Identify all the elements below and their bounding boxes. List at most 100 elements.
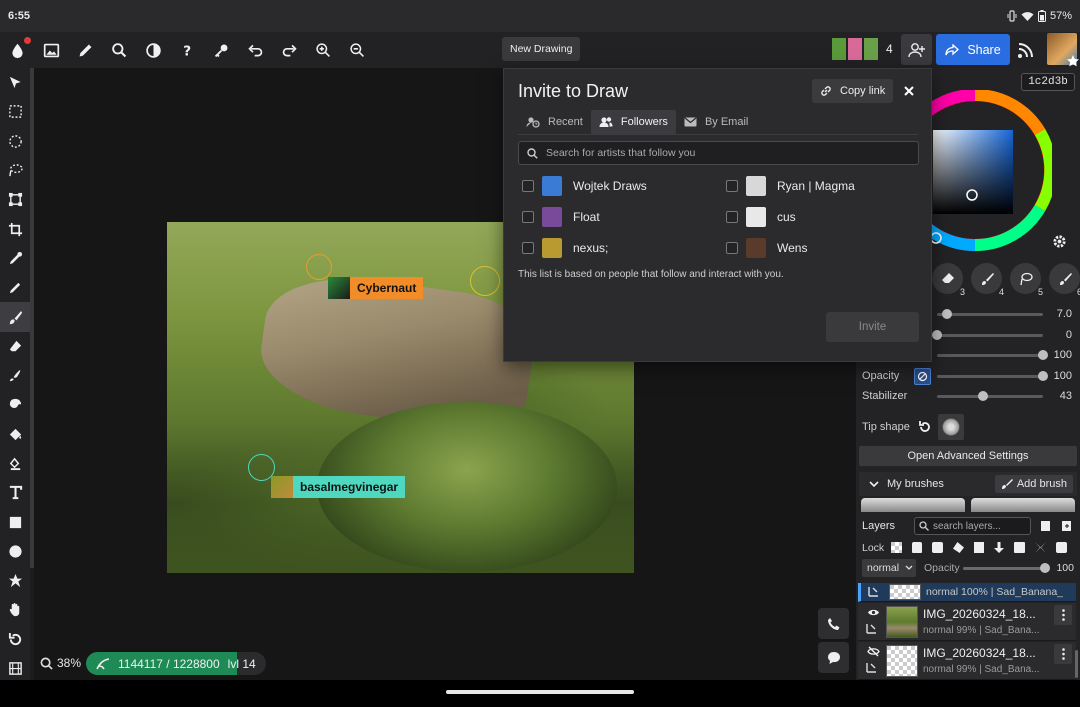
brush-preset[interactable]: 5 [1010,263,1043,297]
settings-layer-icon[interactable] [1056,542,1067,553]
layer-opacity-slider[interactable] [963,563,1050,573]
eyedropper-tool[interactable] [0,244,30,273]
fill-tool[interactable] [0,420,30,449]
hand-tool[interactable] [0,595,30,624]
pencil-button[interactable] [68,33,102,67]
slider-knob[interactable] [1038,371,1048,381]
follower-checkbox[interactable] [522,180,534,192]
lock-icon[interactable] [912,542,922,553]
polygon-tool[interactable] [0,566,30,595]
filmstrip-tool[interactable] [0,654,30,683]
undo-button[interactable] [238,33,272,67]
export-icon[interactable] [932,542,943,553]
ellipse-select-tool[interactable] [0,127,30,156]
key-button[interactable] [204,33,238,67]
slider-knob[interactable] [941,309,952,319]
tab-by-email[interactable]: By Email [676,110,756,134]
new-drawing-button[interactable]: New Drawing [502,37,581,61]
copy-icon[interactable] [1014,542,1025,553]
invite-user-button[interactable] [901,34,932,65]
share-button[interactable]: Share [936,34,1010,65]
transform-tool[interactable] [0,185,30,214]
slider-track[interactable] [937,312,1043,316]
slider-knob[interactable] [932,330,942,340]
image-button[interactable] [34,33,68,67]
my-brushes-header[interactable]: My brushes Add brush [859,472,1077,496]
ellipse-tool[interactable] [0,537,30,566]
follower-item[interactable]: cus [726,206,796,228]
brush-tool[interactable] [0,302,30,332]
follower-item[interactable]: Wens [726,237,807,259]
rotate-tool[interactable] [0,625,30,654]
user-avatar[interactable] [1047,33,1079,67]
pencil-tool[interactable] [0,273,30,302]
follower-checkbox[interactable] [522,211,534,223]
layer-menu-button[interactable] [1054,644,1072,664]
trash-icon[interactable] [974,542,984,553]
eraser-tool[interactable] [0,332,30,361]
adjust-button[interactable] [136,33,170,67]
color-wheel[interactable] [918,90,1052,257]
slider-track[interactable] [937,394,1043,398]
move-tool[interactable] [0,68,30,97]
blend-mode-select[interactable]: normal [862,559,916,577]
slider-track[interactable] [937,353,1043,357]
brush-preset[interactable]: 6 [1049,263,1080,297]
zoom-indicator[interactable]: 38% [40,656,81,670]
eye-icon[interactable] [867,608,880,617]
layer-item[interactable]: normal 100% | Sad_Banana_ [858,583,1076,602]
merge-down-icon[interactable] [994,542,1004,553]
layer-menu-button[interactable] [1054,605,1072,625]
eye-off-icon[interactable] [867,646,880,657]
app-menu-button[interactable] [0,33,34,67]
text-tool[interactable] [0,478,30,507]
invite-button[interactable]: Invite [826,312,919,342]
layers-search-input[interactable]: search layers... [914,517,1031,535]
gear-icon[interactable] [1052,234,1067,249]
slider-knob[interactable] [1038,350,1048,360]
tab-recent[interactable]: Recent [518,110,591,134]
follower-search-input[interactable]: Search for artists that follow you [518,141,919,165]
rss-icon[interactable] [1016,40,1036,60]
help-button[interactable]: ? [170,33,204,67]
follower-item[interactable]: Ryan | Magma [726,175,855,197]
follower-checkbox[interactable] [522,242,534,254]
brush-library-strip[interactable] [861,498,1075,512]
layers-scrollbar[interactable] [1075,650,1078,678]
shape-tool[interactable] [0,449,30,478]
zoom-out-button[interactable] [340,33,374,67]
slider-knob[interactable] [977,391,988,401]
add-brush-button[interactable]: Add brush [994,475,1073,493]
advanced-settings-button[interactable]: Open Advanced Settings [859,446,1077,466]
slider-track[interactable] [937,374,1043,378]
zoom-in-button[interactable] [306,33,340,67]
copy-link-button[interactable]: Copy link [812,79,894,103]
rect-select-tool[interactable] [0,97,30,126]
search-button[interactable] [102,33,136,67]
crop-tool[interactable] [0,214,30,243]
xp-progress-bar[interactable]: 1144117 / 1228800 lvl 14 [86,652,266,675]
tab-followers[interactable]: Followers [590,110,676,134]
follower-checkbox[interactable] [726,180,738,192]
redo-button[interactable] [272,33,306,67]
rectangle-tool[interactable] [0,507,30,536]
blur-tool[interactable] [0,390,30,419]
follower-item[interactable]: nexus; [522,237,608,259]
flip-icon[interactable] [1035,542,1046,553]
reset-icon[interactable] [918,420,932,434]
follower-checkbox[interactable] [726,242,738,254]
collaborators-stack[interactable]: 4 [832,38,893,60]
layer-item[interactable]: IMG_20260324_18... normal 99% | Sad_Bana… [858,603,1076,641]
close-button[interactable] [897,79,921,103]
pressure-toggle[interactable] [914,368,931,385]
color-hex-field[interactable]: 1c2d3b [1021,73,1075,91]
follower-item[interactable]: Wojtek Draws [522,175,647,197]
new-layer-icon[interactable] [1040,520,1052,532]
tip-shape-preview[interactable] [937,414,964,440]
duplicate-layer-icon[interactable] [1061,520,1073,532]
slider-track[interactable] [937,333,1043,337]
lock-transparency-icon[interactable] [891,542,902,553]
smudge-tool[interactable] [0,361,30,390]
layer-item[interactable]: IMG_20260324_18... normal 99% | Sad_Bana… [858,642,1076,680]
follower-checkbox[interactable] [726,211,738,223]
